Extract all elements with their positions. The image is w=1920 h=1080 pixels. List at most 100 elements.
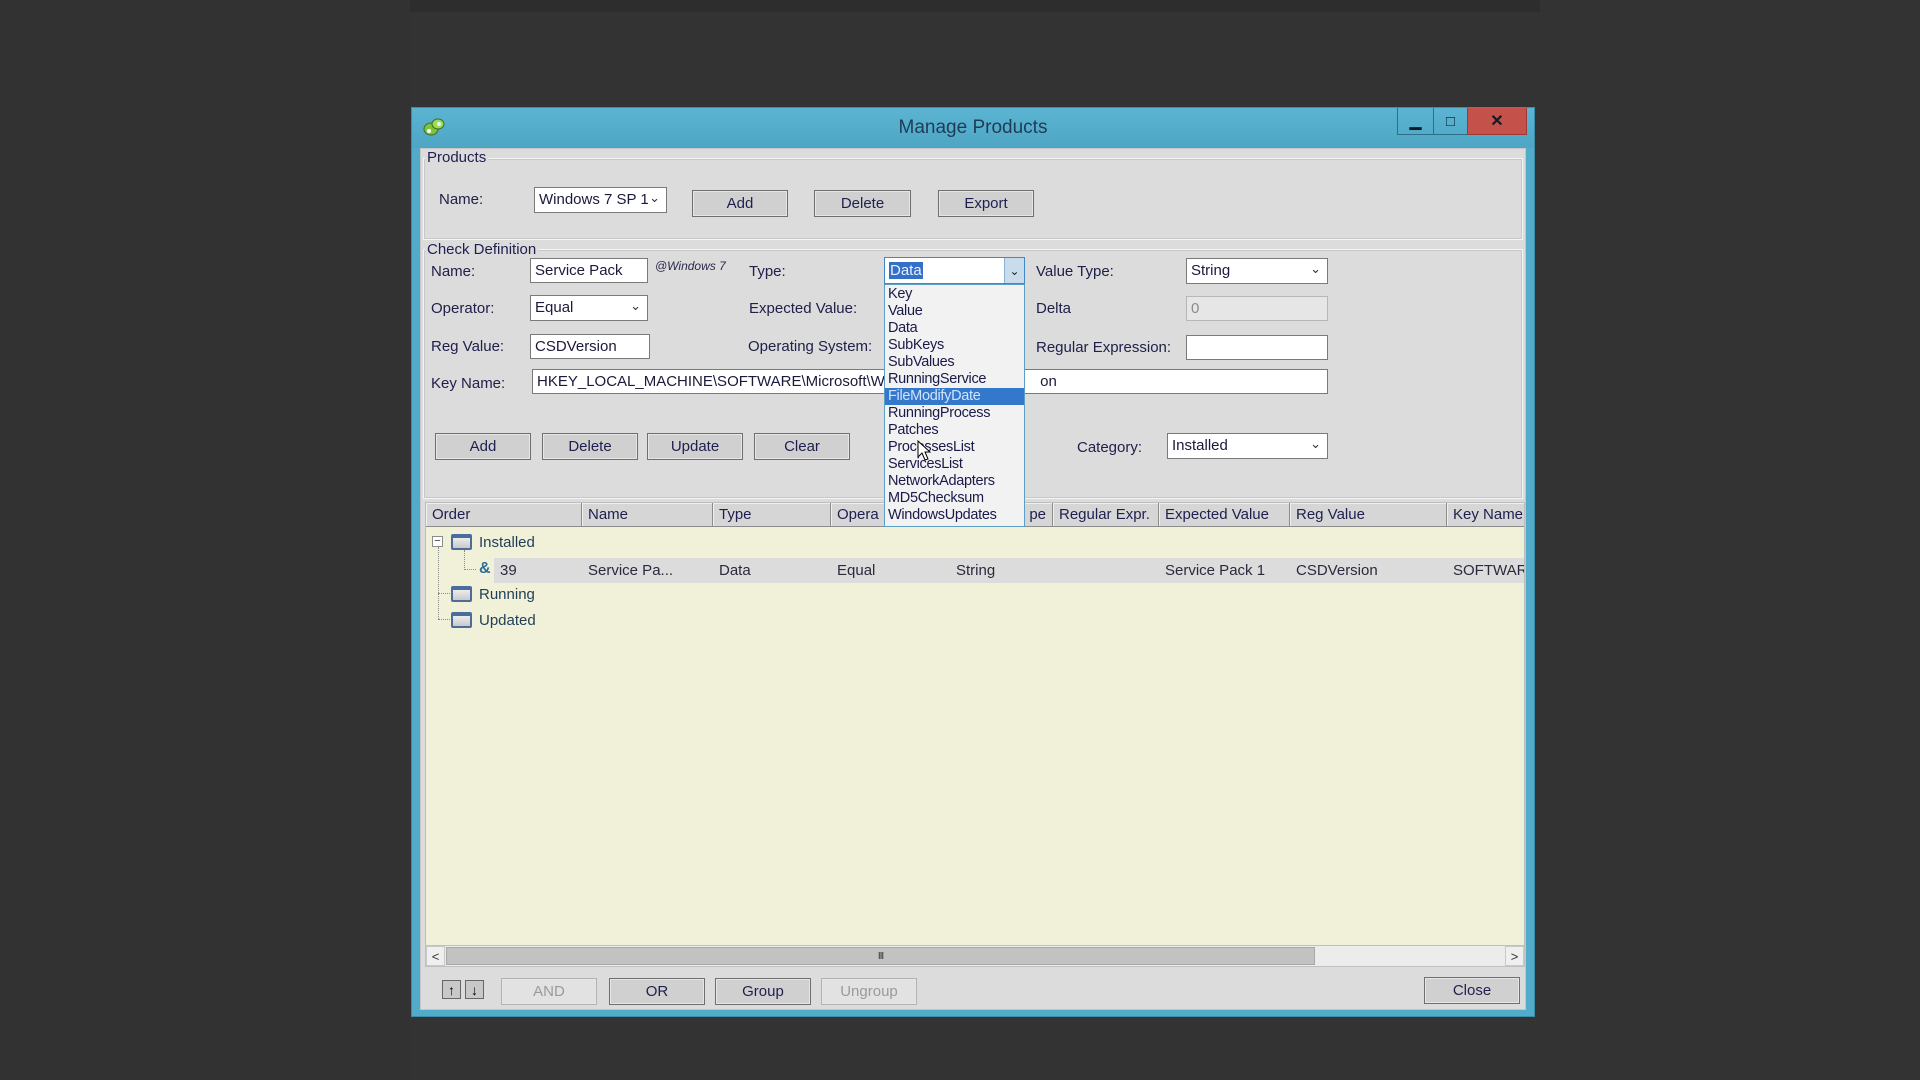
key-name-value: HKEY_LOCAL_MACHINE\SOFTWARE\Microsoft\Wi [537, 373, 889, 390]
product-name-value: Windows 7 SP 1 [539, 191, 649, 208]
type-option[interactable]: Patches [885, 422, 1024, 439]
title-bar[interactable]: Manage Products ▁ □ ✕ [412, 108, 1534, 148]
tree-line [438, 593, 450, 594]
chevron-down-icon: ⌄ [630, 298, 641, 313]
regex-label: Regular Expression: [1036, 339, 1172, 356]
cell-name: Service Pa... [588, 562, 674, 579]
cell-type: Data [719, 562, 751, 579]
chevron-down-icon[interactable]: ⌄ [1004, 258, 1024, 283]
category-select[interactable]: Installed ⌄ [1167, 433, 1328, 459]
check-clear-button[interactable]: Clear [754, 433, 850, 460]
type-option[interactable]: Data [885, 320, 1024, 337]
column-header-reg-value[interactable]: Reg Value [1290, 503, 1447, 527]
check-name-input[interactable]: Service Pack [530, 258, 648, 283]
column-header-name[interactable]: Name [582, 503, 713, 527]
scroll-right-arrow-icon[interactable]: > [1505, 946, 1524, 966]
close-window-button[interactable]: ✕ [1467, 108, 1527, 135]
check-name-label: Name: [431, 263, 476, 280]
cell-operator: Equal [837, 562, 876, 579]
check-delete-button[interactable]: Delete [542, 433, 638, 460]
type-option[interactable]: SubKeys [885, 337, 1024, 354]
product-name-label: Name: [439, 191, 484, 208]
scroll-left-arrow-icon[interactable]: < [426, 946, 445, 966]
column-header-key-name[interactable]: Key Name [1447, 503, 1524, 527]
product-name-select[interactable]: Windows 7 SP 1 ⌄ [534, 187, 667, 213]
group-folder-icon [451, 586, 472, 602]
cell-value-type: String [956, 562, 996, 579]
products-group-label: Products [425, 149, 489, 166]
category-label: Category: [1077, 439, 1143, 456]
cell-order: 39 [500, 562, 517, 579]
grip-icon: III [877, 950, 884, 962]
check-update-button[interactable]: Update [647, 433, 743, 460]
product-export-button[interactable]: Export [938, 190, 1034, 217]
tree-line [464, 550, 465, 570]
horizontal-scrollbar[interactable]: < III > [425, 945, 1525, 967]
delta-label: Delta [1036, 300, 1072, 317]
mouse-cursor-icon [917, 440, 932, 461]
tree-line [438, 619, 450, 620]
os-tag: @Windows 7 [655, 259, 726, 273]
desktop-strip [410, 0, 1540, 12]
maximize-icon: □ [1445, 112, 1456, 130]
product-add-button[interactable]: Add [692, 190, 788, 217]
key-name-value-tail: on [1040, 373, 1057, 390]
type-option[interactable]: FileModifyDate [885, 388, 1024, 405]
cell-expected-value: Service Pack 1 [1165, 562, 1266, 579]
type-option[interactable]: RunningProcess [885, 405, 1024, 422]
close-icon: ✕ [1490, 113, 1504, 130]
and-button[interactable]: AND [501, 978, 597, 1005]
delta-input[interactable]: 0 [1186, 296, 1328, 321]
expected-value-label: Expected Value: [749, 300, 858, 317]
chevron-down-icon: ⌄ [1310, 436, 1321, 451]
check-add-button[interactable]: Add [435, 433, 531, 460]
product-delete-button[interactable]: Delete [814, 190, 911, 217]
reg-value-input[interactable]: CSDVersion [530, 334, 650, 359]
type-option[interactable]: NetworkAdapters [885, 473, 1024, 490]
type-option[interactable]: ProcessesList [885, 439, 1024, 456]
type-label: Type: [749, 263, 786, 280]
type-option[interactable]: WindowsUpdates [885, 507, 1024, 524]
value-type-select[interactable]: String ⌄ [1186, 258, 1328, 284]
operator-select[interactable]: Equal ⌄ [530, 295, 648, 321]
regex-input[interactable] [1186, 335, 1328, 360]
move-up-button[interactable]: ↑ [442, 980, 461, 999]
column-header-regex[interactable]: Regular Expr. [1053, 503, 1159, 527]
check-definition-label: Check Definition [425, 241, 539, 258]
minimize-button[interactable]: ▁ [1397, 108, 1434, 135]
group-button[interactable]: Group [715, 978, 811, 1005]
maximize-button[interactable]: □ [1433, 108, 1468, 135]
category-value: Installed [1172, 437, 1228, 454]
type-option[interactable]: Key [885, 286, 1024, 303]
client-area: Products Name: Windows 7 SP 1 ⌄ Add Dele… [420, 148, 1526, 1010]
value-type-label: Value Type: [1036, 263, 1114, 280]
move-down-button[interactable]: ↓ [465, 980, 484, 999]
type-option[interactable]: RunningService [885, 371, 1024, 388]
operator-label: Operator: [431, 300, 495, 317]
column-header-expected-value[interactable]: Expected Value [1159, 503, 1290, 527]
operating-system-label: Operating System: [748, 338, 873, 355]
and-logic-icon: & [479, 560, 491, 577]
checks-grid: Order Name Type Opera pe Regular Expr. E… [425, 502, 1525, 946]
column-header-order[interactable]: Order [426, 503, 582, 527]
group-installed[interactable]: Installed [479, 534, 535, 551]
chevron-down-icon: ⌄ [1310, 261, 1321, 276]
or-button[interactable]: OR [609, 978, 705, 1005]
collapse-toggle[interactable]: − [432, 536, 443, 547]
column-header-type[interactable]: Type [713, 503, 831, 527]
tree-line [438, 547, 439, 619]
type-option[interactable]: MD5Checksum [885, 490, 1024, 507]
key-name-label: Key Name: [431, 375, 506, 392]
group-running[interactable]: Running [479, 586, 535, 603]
type-combobox[interactable]: Data ⌄ [884, 257, 1025, 284]
minimize-icon: ▁ [1409, 113, 1422, 130]
cell-reg-value: CSDVersion [1296, 562, 1378, 579]
type-option[interactable]: SubValues [885, 354, 1024, 371]
type-option[interactable]: ServicesList [885, 456, 1024, 473]
close-button[interactable]: Close [1424, 977, 1520, 1004]
group-updated[interactable]: Updated [479, 612, 536, 629]
group-folder-icon [451, 534, 472, 550]
scrollbar-thumb[interactable]: III [446, 947, 1315, 965]
ungroup-button[interactable]: Ungroup [821, 978, 917, 1005]
type-option[interactable]: Value [885, 303, 1024, 320]
